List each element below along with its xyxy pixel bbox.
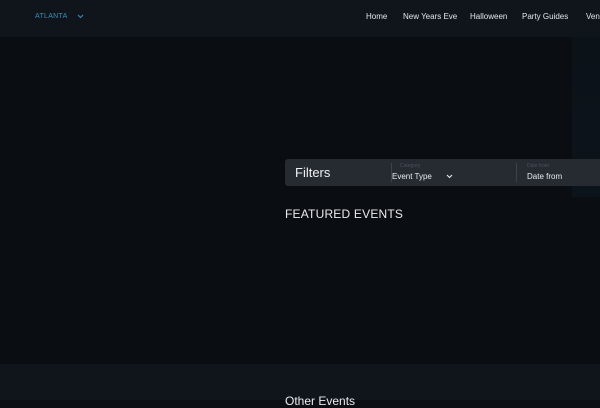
main-nav: Home New Years Eve Halloween Party Guide…: [0, 12, 600, 26]
nav-new-years-eve[interactable]: New Years Eve: [403, 12, 457, 21]
top-navigation-bar: ATLANTA Home New Years Eve Halloween Par…: [0, 0, 600, 37]
date-from-label: Date from: [527, 163, 549, 169]
nav-halloween[interactable]: Halloween: [470, 12, 507, 21]
featured-events-heading: FEATURED EVENTS: [285, 207, 404, 221]
nav-party-guides[interactable]: Party Guides: [522, 12, 568, 21]
hero-section: [0, 37, 600, 364]
chevron-down-icon: [446, 174, 453, 179]
filter-divider: [516, 163, 517, 182]
other-events-heading: Other Events: [285, 394, 356, 408]
event-type-value: Event Type: [392, 172, 432, 181]
date-from-value: Date from: [527, 172, 563, 181]
nav-home[interactable]: Home: [366, 12, 387, 21]
filters-title: Filters: [295, 165, 331, 180]
nav-venues[interactable]: Venu: [586, 12, 600, 21]
event-type-label: Category: [400, 163, 421, 169]
filters-bar: Filters Category Event Type Date from Da…: [285, 159, 600, 186]
